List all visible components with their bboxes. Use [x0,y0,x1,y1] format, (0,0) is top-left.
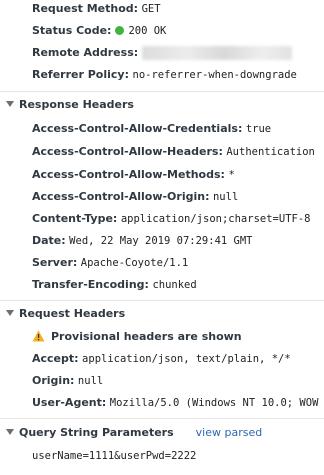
triangle-down-icon [6,101,14,107]
response-headers-title: Response Headers [19,98,134,111]
request-method-value: GET [141,3,161,15]
request-method-key: Request Method: [32,2,139,15]
header-key: Server: [32,256,78,269]
provisional-warning-text: Provisional headers are shown [51,330,242,343]
remote-address-redacted [142,46,293,60]
header-key: Content-Type: [32,212,118,225]
header-key: Origin: [32,374,75,387]
header-value: null [77,375,104,387]
request-headers-title: Request Headers [19,307,126,320]
header-value: true [245,123,272,135]
query-string-toggle[interactable]: Query String Parameters [6,426,174,439]
status-ok-icon [115,25,125,35]
referrer-policy-key: Referrer Policy: [32,68,129,81]
header-row: Access-Control-Allow-Credentials: true [0,118,324,140]
header-value: Authentication [226,146,315,158]
divider [0,91,324,92]
query-string-raw: userName=1111&userPwd=2222 [32,450,197,462]
request-method-row: Request Method: GET [0,0,324,20]
header-value: Mozilla/5.0 (Windows NT 10.0; WOW [109,397,319,409]
provisional-warning-row: Provisional headers are shown [0,326,324,348]
response-headers-toggle[interactable]: Response Headers [0,94,324,116]
header-row: Origin: null [0,370,324,392]
remote-address-row: Remote Address: [0,42,324,64]
header-key: Access-Control-Allow-Origin: [32,190,210,203]
header-row: Access-Control-Allow-Headers: Authentica… [0,141,324,163]
view-parsed-link[interactable]: view parsed [196,426,263,439]
query-string-title: Query String Parameters [19,426,174,439]
header-row: Date: Wed, 22 May 2019 07:29:41 GMT [0,230,324,252]
header-value: * [228,169,235,181]
referrer-policy-row: Referrer Policy: no-referrer-when-downgr… [0,64,324,86]
header-value: application/json;charset=UTF-8 [120,213,311,225]
header-row: Access-Control-Allow-Methods: * [0,164,324,186]
header-key: Access-Control-Allow-Credentials: [32,122,243,135]
query-string-header: Query String Parameters view parsed [0,422,324,444]
status-code-value: 200 OK [128,25,167,37]
status-code-row: Status Code: 200 OK [0,20,324,42]
divider [0,300,324,301]
divider [0,418,324,419]
header-key: Access-Control-Allow-Headers: [32,145,223,158]
header-row: Transfer-Encoding: chunked [0,274,324,296]
header-row: Access-Control-Allow-Origin: null [0,186,324,208]
header-value: Apache-Coyote/1.1 [80,257,189,269]
header-row: User-Agent: Mozilla/5.0 (Windows NT 10.0… [0,392,324,414]
referrer-policy-value: no-referrer-when-downgrade [132,69,297,81]
header-value: chunked [152,279,197,291]
header-key: Transfer-Encoding: [32,278,149,291]
header-value: Wed, 22 May 2019 07:29:41 GMT [69,235,253,247]
triangle-down-icon [6,429,14,435]
status-code-key: Status Code: [32,24,112,37]
header-value: application/json, text/plain, */* [82,353,291,365]
header-key: Accept: [32,352,79,365]
header-row: Accept: application/json, text/plain, */… [0,348,324,370]
remote-address-key: Remote Address: [32,46,139,59]
header-value: null [212,191,239,203]
triangle-down-icon [6,310,14,316]
request-headers-toggle[interactable]: Request Headers [0,303,324,325]
header-row: Server: Apache-Coyote/1.1 [0,252,324,274]
warning-icon [32,330,45,342]
query-string-raw-row: userName=1111&userPwd=2222 [0,445,324,467]
header-key: Date: [32,234,66,247]
header-key: User-Agent: [32,396,107,409]
header-key: Access-Control-Allow-Methods: [32,168,225,181]
header-row: Content-Type: application/json;charset=U… [0,208,324,230]
